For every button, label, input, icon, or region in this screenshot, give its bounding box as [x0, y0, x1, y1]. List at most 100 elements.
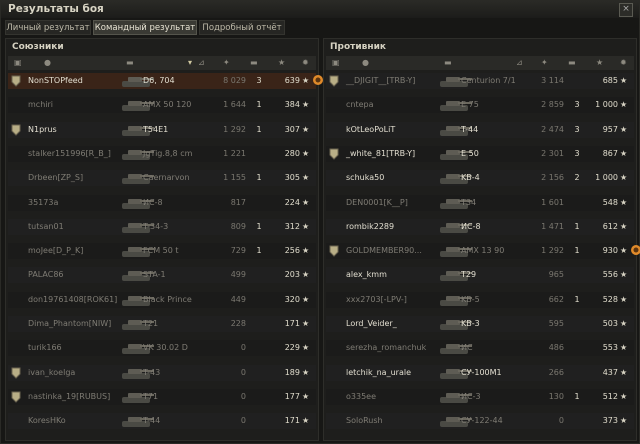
player-row[interactable]: serezha_romanchuk ИС 486 553 ★	[326, 340, 634, 357]
xp-value: 957	[602, 124, 618, 134]
tank-name: Caernarvon	[143, 173, 190, 183]
tank-name: AMX 13 90	[461, 246, 505, 256]
medal-column-icon[interactable]: ▣	[332, 58, 340, 67]
xp-value: 548	[602, 197, 618, 207]
player-row[interactable]: alex_kmm T29 965 556 ★	[326, 267, 634, 284]
tab-team-result[interactable]: Командный результат	[93, 20, 197, 35]
player-row[interactable]: schuka50 KB-4 2 156 2 1 000 ★	[326, 170, 634, 187]
player-row[interactable]: nastinka_19[RUBUS] T71 0 177 ★	[8, 388, 316, 406]
player-row[interactable]: don19761408[ROK61] Black Prince 449 320 ★	[8, 291, 316, 309]
achievement-icon[interactable]	[630, 244, 640, 256]
xp-star-icon: ★	[620, 294, 628, 304]
player-name: _white_81[TRB-Y]	[346, 148, 416, 158]
player-name: KoresHKo	[28, 416, 66, 426]
achievement-column-icon[interactable]: ✹	[302, 58, 309, 67]
xp-star-icon: ★	[302, 197, 310, 207]
player-row[interactable]: letchik_na_urale СУ-100М1 266 437 ★	[326, 364, 634, 382]
player-row[interactable]: N1prus T54E1 1 292 1 307 ★	[8, 121, 316, 139]
medal-column-icon[interactable]: ▣	[14, 58, 22, 67]
tank-name: KB-5	[461, 294, 480, 304]
kills-column-icon[interactable]: ▬	[250, 58, 258, 67]
xp-value: 930	[602, 246, 618, 256]
player-row[interactable]: Dima_Phantom[NIW] T21 228 171 ★	[8, 316, 316, 333]
tank-column-icon[interactable]: ▬	[126, 58, 134, 67]
damage-value: 965	[548, 270, 564, 280]
close-button[interactable]: ×	[619, 3, 633, 17]
player-row[interactable]: stalker151996[R_B_] JgTig.8,8 cm 1 221 280 ★	[8, 145, 316, 163]
player-row[interactable]: DEN0001[K__P] T34 1 601 548 ★	[326, 194, 634, 212]
xp-star-icon: ★	[620, 319, 628, 328]
player-row[interactable]: KoresHKo T-44 0 171 ★	[8, 413, 316, 430]
damage-value: 1 644	[223, 100, 246, 110]
damage-column-icon[interactable]: ⊿	[198, 58, 205, 67]
player-row[interactable]: xxx2703[-LPV-] KB-5 662 1 528 ★	[326, 291, 634, 309]
player-column-icon[interactable]: ●	[362, 58, 369, 67]
xp-star-icon: ★	[620, 246, 628, 256]
player-row[interactable]: tutsan01 T-34-3 809 1 312 ★	[8, 218, 316, 236]
damage-value: 809	[230, 221, 246, 231]
player-row[interactable]: Lord_Veider_ KB-3 595 503 ★	[326, 316, 634, 333]
player-row[interactable]: SoloRush СУ-122-44 0 373 ★	[326, 413, 634, 430]
player-row[interactable]: PALAC86 STA-1 499 203 ★	[8, 267, 316, 284]
player-row[interactable]: __DJIGIT__[TRB-Y] Centurion 7/1 3 114 685 ★	[326, 73, 634, 90]
frags-value: 1	[574, 294, 580, 304]
player-name: GOLDMEMBER90...	[346, 246, 422, 256]
frags-column-icon[interactable]: ✦	[223, 58, 230, 67]
frags-value: 1	[256, 100, 262, 110]
player-row[interactable]: mchiri AMX 50 120 1 644 1 384 ★	[8, 97, 316, 114]
tab-detailed-report[interactable]: Подробный отчёт	[199, 20, 285, 35]
player-name: ivan_koelga	[28, 367, 76, 377]
frags-value: 2	[574, 173, 580, 183]
achievement-column-icon[interactable]: ✹	[620, 58, 627, 67]
xp-value: 867	[602, 148, 618, 158]
player-name: moJee[D_P_K]	[28, 246, 84, 256]
player-row[interactable]: 35173a ИС-8 817 224 ★	[8, 194, 316, 212]
xp-value: 189	[284, 367, 300, 377]
damage-column-icon[interactable]: ⊿	[516, 58, 523, 67]
xp-column-icon[interactable]: ★	[596, 58, 603, 67]
sort-indicator-icon: ▾	[188, 58, 193, 67]
tank-name: T54E1	[143, 124, 169, 134]
player-row[interactable]: o335ee ИС-3 130 1 512 ★	[326, 388, 634, 406]
xp-star-icon: ★	[302, 100, 310, 110]
player-row[interactable]: Drbeen[ZP_S] Caernarvon 1 155 1 305 ★	[8, 170, 316, 187]
player-name: Drbeen[ZP_S]	[28, 173, 84, 183]
class-medal-icon	[11, 391, 21, 403]
player-row[interactable]: turik166 VK 30.02 D 0 229 ★	[8, 340, 316, 357]
player-name: N1prus	[28, 124, 57, 134]
allies-panel: Союзники ▣ ● ▬ ▾ ⊿ ✦ ▬ ★ ✹ NonSTOPfeed D6…	[5, 38, 323, 441]
player-name: Dima_Phantom[NIW]	[28, 319, 112, 328]
player-row[interactable]: _white_81[TRB-Y] E 50 2 301 3 867 ★	[326, 145, 634, 163]
player-name: NonSTOPfeed	[28, 76, 83, 85]
player-name: serezha_romanchuk	[346, 343, 427, 353]
tank-name: T-44	[461, 124, 479, 134]
class-medal-icon	[329, 245, 339, 257]
damage-value: 2 859	[541, 100, 564, 110]
tank-name: AMX 50 120	[143, 100, 192, 110]
tank-column-icon[interactable]: ▬	[444, 58, 452, 67]
player-row[interactable]: kOtLeoPoLiT T-44 2 474 3 957 ★	[326, 121, 634, 139]
player-row[interactable]: moJee[D_P_K] FCM 50 t 729 1 256 ★	[8, 243, 316, 260]
player-row[interactable]: GOLDMEMBER90... AMX 13 90 1 292 1 930 ★	[326, 243, 640, 260]
tab-personal-result[interactable]: Личный результат	[5, 20, 91, 35]
kills-column-icon[interactable]: ▬	[568, 58, 576, 67]
frags-column-icon[interactable]: ✦	[541, 58, 548, 67]
damage-value: 1 601	[541, 197, 564, 207]
player-row[interactable]: rombik2289 ИС-8 1 471 1 612 ★	[326, 218, 634, 236]
xp-value: 320	[284, 294, 300, 304]
damage-value: 0	[240, 367, 246, 377]
xp-star-icon: ★	[302, 367, 310, 377]
player-row[interactable]: NonSTOPfeed D6, 704 8 029 3 639 ★	[8, 73, 323, 90]
player-name: rombik2289	[346, 221, 395, 231]
xp-value: 612	[602, 221, 618, 231]
tank-name: STA-1	[143, 270, 166, 280]
player-name: o335ee	[346, 391, 377, 401]
player-row[interactable]: cntepa E 75 2 859 3 1 000 ★	[326, 97, 634, 114]
xp-column-icon[interactable]: ★	[278, 58, 285, 67]
player-row[interactable]: ivan_koelga T-43 0 189 ★	[8, 364, 316, 382]
damage-value: 228	[230, 319, 246, 328]
xp-star-icon: ★	[302, 173, 310, 183]
xp-star-icon: ★	[620, 221, 628, 231]
damage-value: 1 221	[223, 148, 246, 158]
player-column-icon[interactable]: ●	[44, 58, 51, 67]
